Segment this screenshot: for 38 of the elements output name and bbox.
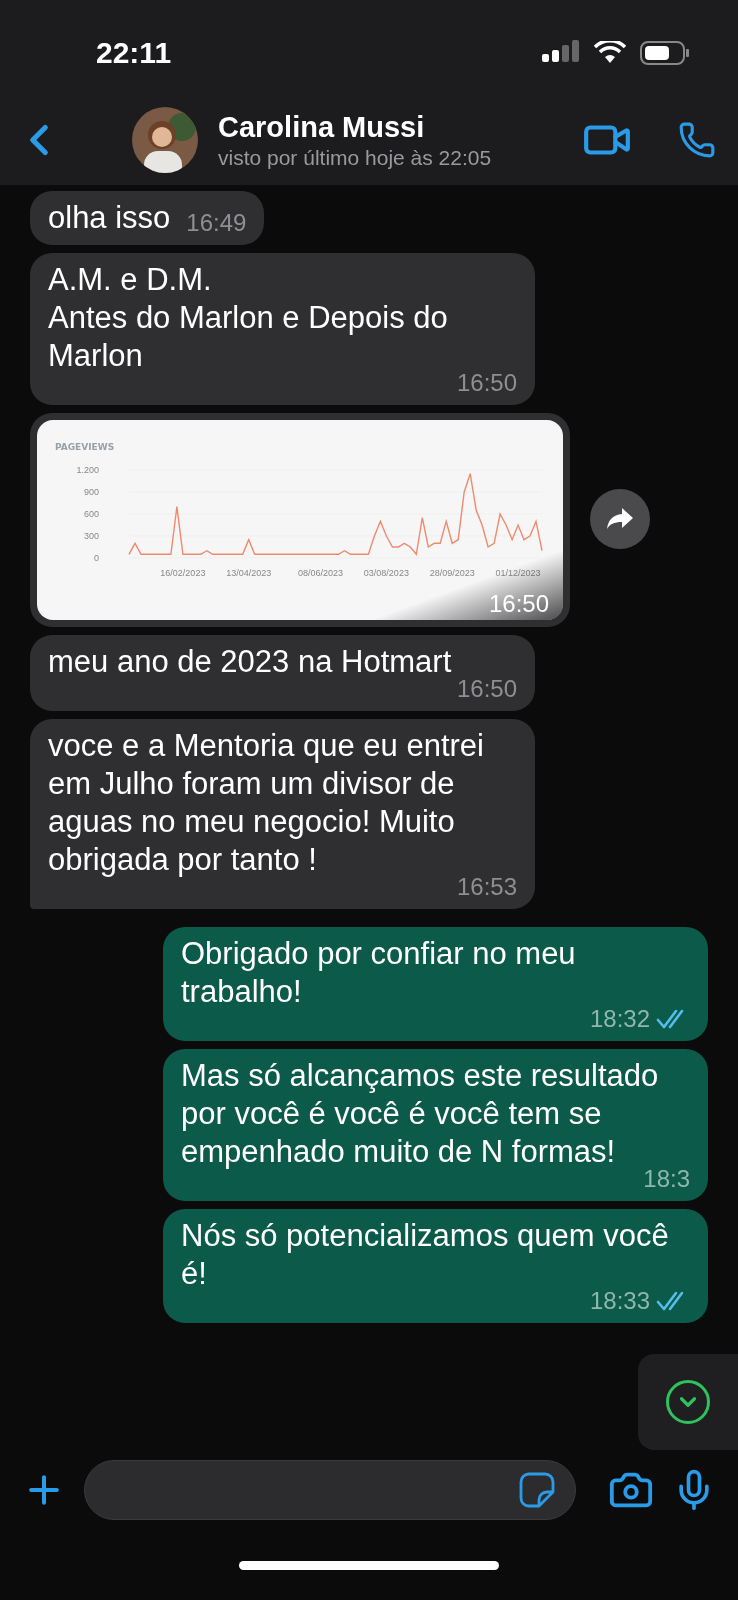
forward-button[interactable] <box>590 489 650 549</box>
axis-label: 08/06/2023 <box>298 568 344 578</box>
contact-name: Carolina Mussi <box>218 110 426 144</box>
message-text: olha isso <box>48 199 171 237</box>
axis-label: 28/09/2023 <box>429 568 475 578</box>
axis-label: 900 <box>83 487 99 497</box>
message-time: 16:50 <box>456 674 517 704</box>
status-time: 22:11 <box>96 35 172 70</box>
message-bubble[interactable]: Obrigado por confiar no meu trabalho! 18:32 <box>163 927 708 1041</box>
message-text: meu ano de 2023 na Hotmart <box>48 643 452 681</box>
axis-label: 600 <box>83 509 99 519</box>
wifi-icon <box>594 40 626 65</box>
sticker-icon <box>519 1472 555 1508</box>
message-bubble[interactable]: Mas só alcançamos este resultado por você é você é você tem se empenhado muito de N formas! 18:3 <box>163 1049 708 1201</box>
message-time: 16:50 <box>456 368 517 398</box>
message-bubble[interactable]: A.M. e D.M. Antes do Marlon e Depois do Marlon 16:50 <box>30 253 535 405</box>
forward-icon <box>606 507 634 531</box>
message-bubble[interactable]: meu ano de 2023 na Hotmart 16:50 <box>30 635 535 711</box>
message-text: A.M. e D.M. Antes do Marlon e Depois do Marlon <box>48 261 449 375</box>
axis-label: 16/02/2023 <box>160 568 206 578</box>
message-bubble[interactable]: Nós só potencializamos quem você é! 18:33 <box>163 1209 708 1323</box>
message-bubble[interactable]: voce e a Mentoria que eu entrei em Julho foram um divisor de aguas no meu negocio! Muito obrigada por tanto ! 16:53 <box>30 719 535 909</box>
axis-label: 01/12/2023 <box>495 568 541 578</box>
last-seen: visto por último hoje às 22:05 <box>218 145 493 170</box>
message-text: Obrigado por confiar no meu trabalho! <box>181 935 577 1011</box>
axis-label: 300 <box>83 531 99 541</box>
axis-label: 13/04/2023 <box>226 568 272 578</box>
message-bubble[interactable]: olha isso 16:49 <box>30 191 265 245</box>
scroll-down-button[interactable] <box>638 1354 738 1450</box>
message-time: 18:32 <box>589 1004 650 1034</box>
axis-label: 1.200 <box>76 465 99 475</box>
battery-icon <box>640 39 690 66</box>
message-time: 16:50 <box>488 590 549 617</box>
chart-title: PAGEVIEWS <box>55 442 115 452</box>
axis-label: 0 <box>94 553 99 563</box>
axis-label: 03/08/2023 <box>363 568 409 578</box>
message-time: 16:49 <box>186 208 247 238</box>
voice-call-button[interactable] <box>678 121 716 159</box>
